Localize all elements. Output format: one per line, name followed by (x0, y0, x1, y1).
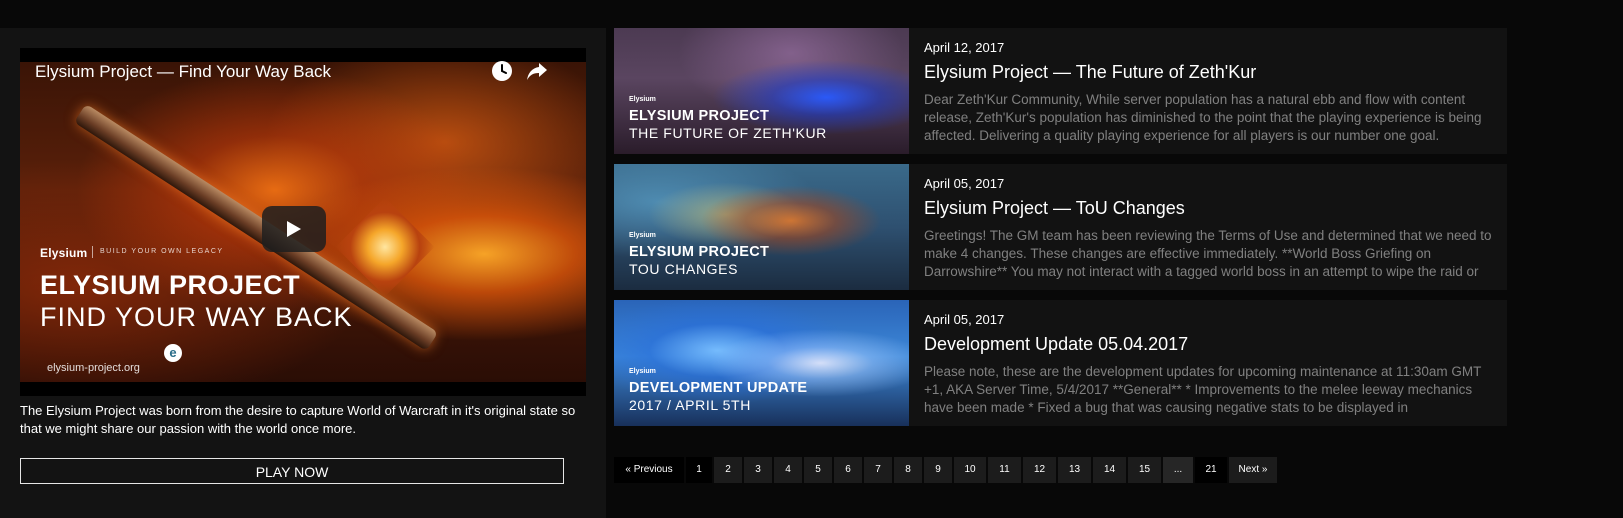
news-date: April 05, 2017 (924, 312, 1005, 327)
video-heading: ELYSIUM PROJECT (40, 270, 301, 300)
page-number[interactable]: 8 (894, 457, 922, 483)
news-excerpt: Greetings! The GM team has been reviewin… (924, 228, 1492, 279)
news-thumbnail[interactable]: Elysium DEVELOPMENT UPDATE 2017 / APRIL … (614, 300, 909, 426)
thumb-subtitle: 2017 / APRIL 5TH (629, 397, 751, 413)
news-title[interactable]: Elysium Project — The Future of Zeth'Kur (924, 62, 1256, 83)
share-icon[interactable] (525, 59, 549, 83)
pagination-ellipsis: ... (1163, 457, 1193, 483)
news-item[interactable]: Elysium ELYSIUM PROJECT THE FUTURE OF ZE… (614, 28, 1507, 154)
news-date: April 12, 2017 (924, 40, 1005, 55)
elysium-logo: e (164, 344, 182, 362)
page-number[interactable]: 9 (924, 457, 952, 483)
video-brand: Elysium (40, 246, 88, 260)
thumb-subtitle: THE FUTURE OF ZETH'KUR (629, 125, 827, 141)
thumb-brand: Elysium (629, 96, 656, 103)
pagination-previous[interactable]: « Previous (614, 457, 684, 483)
page-number[interactable]: 4 (774, 457, 802, 483)
left-panel: Elysium BUILD YOUR OWN LEGACY ELYSIUM PR… (0, 28, 606, 518)
thumb-subtitle: TOU CHANGES (629, 261, 739, 277)
news-date: April 05, 2017 (924, 176, 1005, 191)
news-item[interactable]: Elysium DEVELOPMENT UPDATE 2017 / APRIL … (614, 300, 1507, 426)
video-play-button[interactable] (262, 206, 326, 252)
page-number[interactable]: 5 (804, 457, 832, 483)
page-number[interactable]: 13 (1058, 457, 1091, 483)
video-player[interactable]: Elysium BUILD YOUR OWN LEGACY ELYSIUM PR… (20, 48, 586, 396)
play-now-button[interactable]: PLAY NOW (20, 458, 564, 484)
video-tagline: BUILD YOUR OWN LEGACY (100, 248, 224, 255)
page-number[interactable]: 2 (714, 457, 742, 483)
intro-text: The Elysium Project was born from the de… (20, 403, 576, 436)
page-number[interactable]: 7 (864, 457, 892, 483)
thumb-title: ELYSIUM PROJECT (629, 108, 770, 124)
news-excerpt: Dear Zeth'Kur Community, While server po… (924, 92, 1482, 143)
page-number[interactable]: 6 (834, 457, 862, 483)
brand-divider (92, 246, 93, 258)
news-thumbnail[interactable]: Elysium ELYSIUM PROJECT THE FUTURE OF ZE… (614, 28, 909, 154)
news-title[interactable]: Development Update 05.04.2017 (924, 334, 1188, 355)
thumb-brand: Elysium (629, 232, 656, 239)
page-number[interactable]: 12 (1023, 457, 1056, 483)
page-number[interactable]: 11 (988, 457, 1021, 483)
page-number[interactable]: 14 (1093, 457, 1126, 483)
clock-icon[interactable] (490, 59, 514, 83)
thumb-title: ELYSIUM PROJECT (629, 244, 770, 260)
thumb-title: DEVELOPMENT UPDATE (629, 380, 808, 396)
page-number-last[interactable]: 21 (1195, 457, 1227, 483)
pagination: « Previous 1 2 3 4 5 6 7 8 9 10 11 12 13… (614, 457, 1279, 483)
pagination-next[interactable]: Next » (1229, 457, 1277, 483)
video-title[interactable]: Elysium Project — Find Your Way Back (35, 62, 331, 82)
page-number[interactable]: 10 (954, 457, 986, 483)
news-item[interactable]: Elysium ELYSIUM PROJECT TOU CHANGES Apri… (614, 164, 1507, 290)
page-number[interactable]: 1 (686, 457, 712, 483)
video-subheading: FIND YOUR WAY BACK (40, 302, 353, 332)
news-thumbnail[interactable]: Elysium ELYSIUM PROJECT TOU CHANGES (614, 164, 909, 290)
thumb-brand: Elysium (629, 368, 656, 375)
news-title[interactable]: Elysium Project — ToU Changes (924, 198, 1185, 219)
play-icon (287, 221, 301, 237)
page: Elysium BUILD YOUR OWN LEGACY ELYSIUM PR… (0, 0, 1623, 518)
page-number[interactable]: 3 (744, 457, 772, 483)
video-site-url: elysium-project.org (47, 362, 140, 374)
page-number[interactable]: 15 (1128, 457, 1161, 483)
video-thumbnail[interactable]: Elysium BUILD YOUR OWN LEGACY ELYSIUM PR… (20, 62, 586, 382)
news-excerpt: Please note, these are the development u… (924, 364, 1482, 415)
